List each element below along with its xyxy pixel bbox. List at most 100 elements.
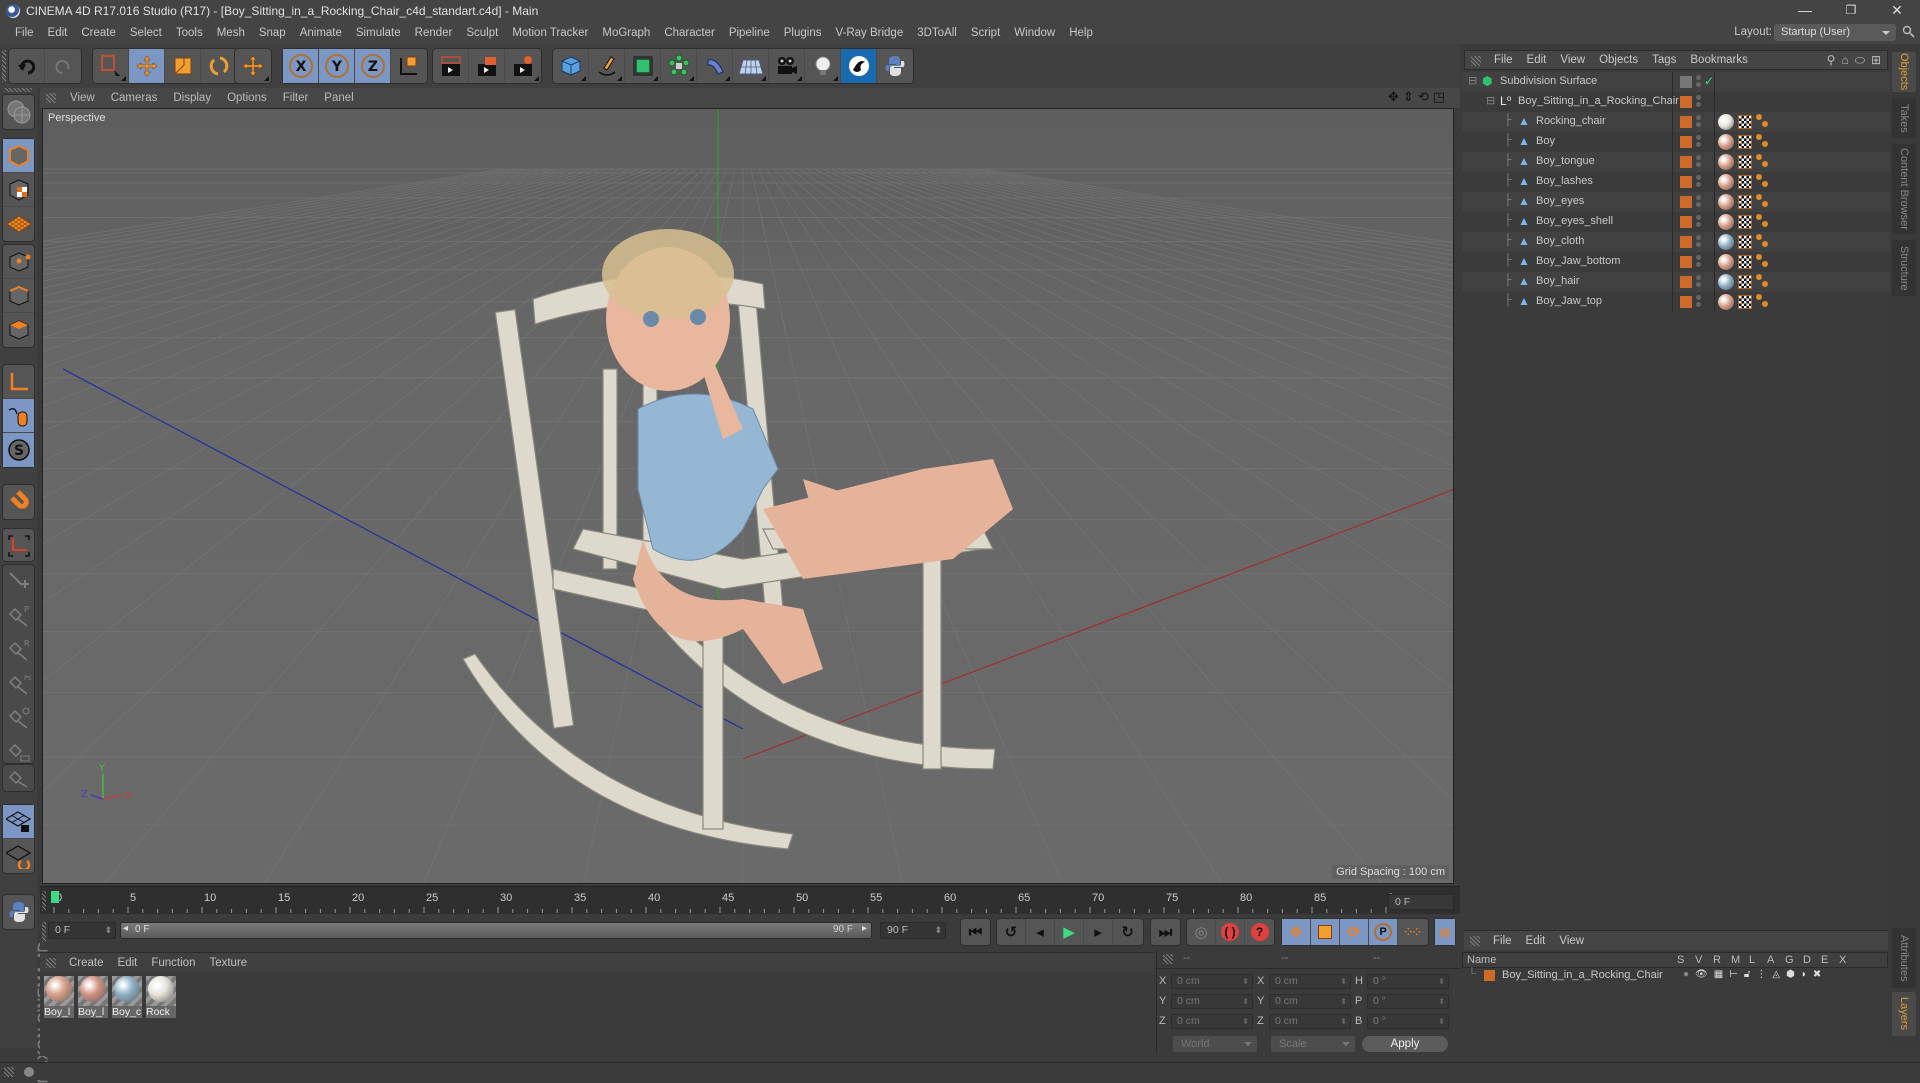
layer-column-r[interactable]: R — [1713, 954, 1721, 966]
layer-color-swatch[interactable] — [1680, 296, 1692, 308]
uvw-tag-icon[interactable] — [1738, 235, 1752, 249]
pose-add-icon[interactable] — [3, 565, 34, 599]
render-region-icon[interactable] — [469, 49, 505, 83]
z-axis-icon[interactable]: Z — [355, 49, 391, 83]
uvw-tag-icon[interactable] — [1738, 115, 1752, 129]
layer-column-name[interactable]: Name — [1467, 954, 1496, 966]
object-name[interactable]: Boy_eyes_shell — [1536, 215, 1613, 227]
layer-column-d[interactable]: D — [1803, 954, 1811, 966]
size-y-field[interactable]: 0 cm — [1269, 994, 1351, 1009]
tab-structure[interactable]: Structure — [1892, 240, 1916, 296]
layer-column-l[interactable]: L — [1749, 954, 1755, 966]
previous-frame-icon[interactable]: ◂ — [1026, 919, 1055, 945]
floor-icon[interactable] — [733, 49, 769, 83]
pose-target-icon[interactable] — [3, 701, 34, 735]
object-row[interactable]: ├ ▲ Boy_eyes_shell — [1462, 212, 1890, 232]
visibility-dots-icon[interactable] — [1696, 115, 1701, 129]
material-tag-icon[interactable] — [1718, 234, 1734, 250]
layer-column-a[interactable]: A — [1767, 954, 1774, 966]
render-view-icon[interactable] — [433, 49, 469, 83]
om-menu-view[interactable]: View — [1553, 54, 1592, 66]
object-name[interactable]: Boy_Jaw_top — [1536, 295, 1602, 307]
animation-icon[interactable]: ⋮ — [1756, 969, 1766, 980]
visibility-dots-icon[interactable] — [1696, 95, 1701, 109]
python-icon[interactable] — [3, 895, 34, 929]
visibility-dots-icon[interactable] — [1696, 135, 1701, 149]
phong-tag-icon[interactable] — [1756, 174, 1770, 190]
end-frame-field[interactable]: 90 F — [880, 922, 946, 939]
layer-row[interactable]: └ Boy_Sitting_in_a_Rocking_Chair ● 👁 ▦ ⊢… — [1462, 968, 1888, 984]
scale-icon[interactable] — [165, 49, 201, 83]
size-z-field[interactable]: 0 cm — [1269, 1014, 1351, 1029]
coordinate-mode-dropdown[interactable]: Scale — [1271, 1036, 1355, 1052]
toolbar-grip[interactable] — [2, 50, 6, 82]
mograph-cloner-icon[interactable] — [661, 49, 697, 83]
visibility-dots-icon[interactable] — [1696, 155, 1701, 169]
object-name[interactable]: Subdivision Surface — [1500, 75, 1597, 87]
object-name[interactable]: Boy — [1536, 135, 1555, 147]
lm-grip[interactable] — [1470, 936, 1480, 946]
layer-menu-file[interactable]: File — [1486, 935, 1519, 947]
object-name[interactable]: Boy_Sitting_in_a_Rocking_Chair — [1518, 95, 1679, 107]
layer-column-v[interactable]: V — [1695, 954, 1702, 966]
key-scale-icon[interactable] — [1311, 919, 1340, 945]
menu-simulate[interactable]: Simulate — [349, 27, 408, 39]
home-icon[interactable]: ⌂ — [1841, 53, 1848, 68]
layer-column-s[interactable]: S — [1677, 954, 1684, 966]
material-tag-icon[interactable] — [1718, 214, 1734, 230]
menu-mograph[interactable]: MoGraph — [595, 27, 657, 39]
frame-ruler[interactable]: 051015202530354045505560657075808590 — [50, 889, 1392, 913]
layer-color-swatch[interactable] — [1680, 236, 1692, 248]
axis-icon[interactable] — [3, 365, 34, 399]
collapse-icon[interactable]: ⊟ — [1486, 94, 1495, 107]
timeline-grip[interactable] — [42, 891, 46, 911]
om-menu-file[interactable]: File — [1487, 54, 1520, 66]
om-menu-objects[interactable]: Objects — [1592, 54, 1645, 66]
position-y-field[interactable]: 0 cm — [1171, 994, 1253, 1009]
layer-color-swatch[interactable] — [1680, 136, 1692, 148]
menu-sculpt[interactable]: Sculpt — [459, 27, 505, 39]
object-row[interactable]: ├ ▲ Boy_lashes — [1462, 172, 1890, 192]
rotation-p-field[interactable]: 0 ° — [1367, 994, 1449, 1009]
pose-p-icon[interactable]: P — [3, 599, 34, 633]
palette-grip[interactable] — [4, 88, 32, 92]
move-icon[interactable] — [129, 49, 165, 83]
transport-grip[interactable] — [42, 922, 46, 942]
apply-button[interactable]: Apply — [1362, 1036, 1448, 1052]
redo-icon[interactable] — [45, 49, 81, 83]
material-menu-function[interactable]: Function — [144, 957, 202, 969]
solo-icon[interactable]: S — [3, 433, 34, 467]
phong-tag-icon[interactable] — [1756, 274, 1770, 290]
uvw-tag-icon[interactable] — [1738, 175, 1752, 189]
material-menu-texture[interactable]: Texture — [202, 957, 254, 969]
size-x-field[interactable]: 0 cm — [1269, 974, 1351, 989]
make-editable-icon[interactable] — [3, 95, 34, 129]
object-name[interactable]: Boy_Jaw_bottom — [1536, 255, 1620, 267]
material-tag-icon[interactable] — [1718, 114, 1734, 130]
timeline-icon[interactable]: ▤ — [1435, 919, 1455, 945]
search-icon[interactable]: ⚲ — [1827, 53, 1836, 68]
cube-icon[interactable] — [553, 49, 589, 83]
snap-icon[interactable] — [3, 485, 34, 519]
layer-menu-view[interactable]: View — [1552, 935, 1591, 947]
om-menu-tags[interactable]: Tags — [1645, 54, 1683, 66]
visibility-dots-icon[interactable] — [1696, 175, 1701, 189]
3d-viewport[interactable]: Y Z X Perspective Grid Spacing : 100 cm — [42, 108, 1454, 884]
material-tag-icon[interactable] — [1718, 134, 1734, 150]
xref-icon[interactable]: ✖ — [1813, 969, 1821, 980]
object-row[interactable]: ├ ▲ Rocking_chair — [1462, 112, 1890, 132]
object-row[interactable]: ├ ▲ Boy_Jaw_bottom — [1462, 252, 1890, 272]
layer-column-m[interactable]: M — [1731, 954, 1740, 966]
layer-column-x[interactable]: X — [1839, 954, 1846, 966]
layer-color-swatch[interactable] — [1680, 256, 1692, 268]
viewport-menu-view[interactable]: View — [62, 92, 103, 104]
status-grip[interactable] — [4, 1067, 14, 1077]
visibility-dots-icon[interactable] — [1696, 235, 1701, 249]
render-settings-icon[interactable] — [505, 49, 541, 83]
key-parameter-icon[interactable]: P — [1369, 919, 1398, 945]
new-view-icon[interactable]: ⊞ — [1871, 53, 1881, 68]
menu-character[interactable]: Character — [657, 27, 722, 39]
layout-dropdown[interactable]: Startup (User) — [1774, 24, 1896, 41]
menu-edit[interactable]: Edit — [41, 27, 75, 39]
play-icon[interactable]: ▶ — [1055, 919, 1084, 945]
